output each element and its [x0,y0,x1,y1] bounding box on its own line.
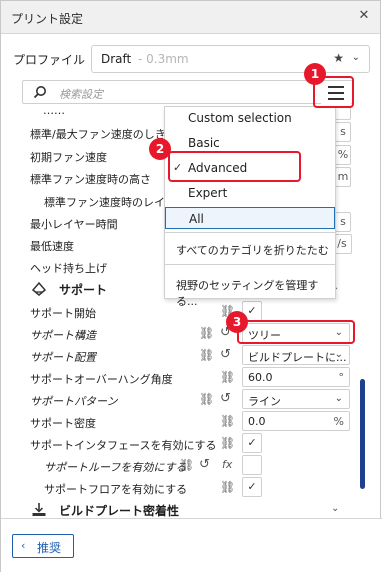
menu-item-manage-visibility[interactable]: 視野のセッティングを管理する... [165,273,335,308]
setting-row-support-floor[interactable]: サポートフロアを有効にする ⛓ ✓ [1,477,361,499]
step-badge-1: 1 [304,63,326,85]
highlight-support-structure [237,320,355,344]
step-badge-3: 3 [226,311,248,333]
adhesion-section-header[interactable]: ビルドプレート密着性 ⌄ [1,499,361,518]
menu-item-custom-selection[interactable]: Custom selection [165,107,335,129]
recommended-button[interactable]: ‹ 推奨 [12,534,74,558]
support-roof-checkbox[interactable] [242,455,262,475]
link-icon: ⛓ [199,392,215,406]
step-badge-2: 2 [149,138,171,160]
chevron-down-icon: ⌄ [331,503,340,514]
menu-divider [165,264,335,265]
chevron-down-icon: ⌄ [334,349,343,360]
setting-row-support-roof[interactable]: サポートルーフを有効にする ⛓ ↺ fx [1,455,361,477]
link-icon: ⛓ [220,480,236,494]
support-placement-select[interactable]: ビルドプレートに... ⌄ [242,345,350,365]
search-placeholder: 検索設定 [59,88,103,101]
highlight-advanced-item [168,151,301,182]
search-input[interactable]: 検索設定 [22,80,354,104]
footer: ‹ 推奨 [1,518,382,573]
link-icon: ⛓ [220,370,236,384]
profile-label: プロファイル [13,53,86,67]
chevron-left-icon: ‹ [21,539,26,552]
setting-row-support-placement[interactable]: サポート配置 ⛓ ↺ ビルドプレートに... ⌄ [1,345,361,367]
link-icon: ⛓ [199,348,215,362]
support-section-label: サポート [59,283,108,297]
reset-icon[interactable]: ↺ [220,391,231,406]
setting-row-support-interface[interactable]: サポートインタフェースを有効にする ⛓ ✓ [1,433,361,455]
support-pattern-select[interactable]: ライン ⌄ [242,389,350,409]
menu-item-collapse-all[interactable]: すべてのカテゴリを折りたたむ [165,238,335,260]
star-icon[interactable]: ★ [333,51,344,65]
profile-select[interactable]: Draft - 0.3mm ★ ⌄ [91,45,370,73]
adhesion-section-label: ビルドプレート密着性 [59,504,180,518]
visibility-dropdown-menu: Custom selection Basic ✓ Advanced Expert… [164,106,336,308]
setting-row-support-density[interactable]: サポート密度 ⛓ 0.0 % [1,411,361,433]
support-floor-checkbox[interactable]: ✓ [242,477,262,497]
setting-row-overhang-angle[interactable]: サポートオーバーハング角度 ⛓ 60.0 ° [1,367,361,389]
link-icon: ⛓ [220,414,236,428]
build-plate-icon [32,503,46,516]
function-icon[interactable]: fx [222,458,232,471]
menu-item-expert[interactable]: Expert [165,182,335,204]
title-bar: プリント設定 ✕ [1,1,380,34]
reset-icon[interactable]: ↺ [220,347,231,362]
chevron-down-icon: ⌄ [351,52,360,63]
profile-subtitle: - 0.3mm [138,52,189,66]
menu-item-all[interactable]: All [165,207,335,229]
print-settings-panel: プリント設定 ✕ プロファイル Draft - 0.3mm ★ ⌄ 検索設定 …… [0,0,382,573]
link-icon: ⛓ [179,458,195,472]
reset-icon[interactable]: ↺ [199,457,210,472]
profile-name: Draft [101,52,132,66]
close-icon[interactable]: ✕ [356,8,372,24]
link-icon: ⛓ [199,326,215,340]
link-icon: ⛓ [220,436,236,450]
overhang-angle-input[interactable]: 60.0 ° [242,367,350,387]
settings-scrollbar[interactable] [360,379,365,489]
search-icon [33,86,46,99]
chevron-down-icon: ⌄ [334,393,343,404]
window-title: プリント設定 [11,12,84,26]
support-density-input[interactable]: 0.0 % [242,411,350,431]
support-interface-checkbox[interactable]: ✓ [242,433,262,453]
setting-row-support-pattern[interactable]: サポートパターン ⛓ ↺ ライン ⌄ [1,389,361,411]
menu-divider [165,232,335,233]
support-icon [31,281,47,296]
